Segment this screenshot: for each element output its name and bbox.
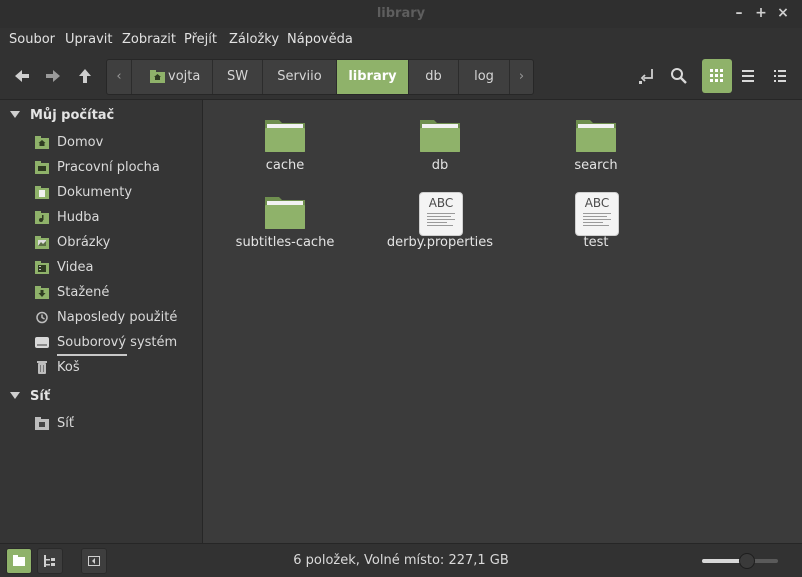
expand-triangle-icon[interactable]: [10, 392, 20, 399]
file-view[interactable]: cache db search subtitles-cache ABC derb…: [203, 100, 802, 543]
close-icon[interactable]: ×: [774, 4, 792, 22]
window-title: library: [376, 6, 426, 21]
title-bar: library – + ×: [0, 0, 802, 29]
expand-triangle-icon[interactable]: [10, 111, 20, 118]
menu-bar: Soubor Upravit Zobrazit Přejít Záložky N…: [0, 28, 802, 52]
list-view-button[interactable]: [734, 59, 764, 93]
zoom-slider-handle[interactable]: [739, 553, 755, 569]
compact-list-icon: [774, 70, 786, 82]
status-bar: 6 položek, Volné místo: 227,1 GB: [0, 543, 802, 577]
breadcrumb: ‹ vojta SW Serviio library db log ›: [106, 59, 534, 95]
breadcrumb-scroll-left[interactable]: ‹: [107, 60, 132, 94]
sidebar-section-network[interactable]: Síť: [10, 389, 50, 404]
downloads-folder-icon: [35, 286, 49, 299]
breadcrumb-sw[interactable]: SW: [213, 60, 263, 94]
grid-icon: [710, 69, 723, 82]
pictures-folder-icon: [35, 236, 49, 249]
status-text: 6 položek, Volné místo: 227,1 GB: [293, 553, 509, 568]
music-folder-icon: [35, 211, 49, 224]
home-folder-icon: [35, 136, 49, 149]
breadcrumb-scroll-right[interactable]: ›: [510, 60, 533, 94]
breadcrumb-vojta[interactable]: vojta: [132, 60, 213, 94]
toolbar: ‹ vojta SW Serviio library db log ›: [0, 52, 802, 100]
desktop-folder-icon: [35, 161, 49, 174]
breadcrumb-log[interactable]: log: [459, 60, 510, 94]
up-arrow-icon[interactable]: [74, 65, 96, 87]
trash-icon: [37, 361, 47, 374]
folder-icon: [576, 120, 616, 152]
zoom-slider[interactable]: [702, 553, 778, 569]
filesystem-drive-icon: [35, 337, 49, 348]
menu-upravit[interactable]: Upravit: [65, 32, 112, 47]
back-arrow-icon[interactable]: [11, 65, 33, 87]
disk-usage-bar: [57, 354, 127, 356]
breadcrumb-db[interactable]: db: [409, 60, 459, 94]
location-toggle-icon[interactable]: [638, 67, 656, 85]
menu-soubor[interactable]: Soubor: [9, 32, 55, 47]
menu-prejit[interactable]: Přejít: [184, 32, 217, 47]
text-file-icon: ABC: [575, 192, 619, 236]
breadcrumb-library[interactable]: library: [337, 60, 409, 94]
folder-icon: [265, 197, 305, 229]
icon-view-button[interactable]: [702, 59, 732, 93]
recent-icon: [36, 311, 48, 324]
menu-zalozky[interactable]: Záložky: [229, 32, 279, 47]
search-icon[interactable]: [670, 67, 688, 85]
network-folder-icon: [35, 417, 49, 430]
documents-folder-icon: [35, 186, 49, 199]
videos-folder-icon: [35, 261, 49, 274]
text-file-icon: ABC: [419, 192, 463, 236]
sidebar-section-computer[interactable]: Můj počítač: [10, 108, 114, 123]
home-folder-icon: [150, 70, 165, 83]
list-icon: [742, 70, 754, 82]
menu-napoveda[interactable]: Nápověda: [287, 32, 353, 47]
folder-icon: [265, 120, 305, 152]
forward-arrow-icon[interactable]: [42, 65, 64, 87]
compact-view-button[interactable]: [766, 59, 796, 93]
breadcrumb-serviio[interactable]: Serviio: [263, 60, 337, 94]
maximize-icon[interactable]: +: [752, 4, 770, 22]
menu-zobrazit[interactable]: Zobrazit: [122, 32, 176, 47]
sidebar: Můj počítač Domov Pracovní plocha Dokume…: [0, 100, 203, 543]
minimize-icon[interactable]: –: [730, 4, 748, 22]
folder-icon: [420, 120, 460, 152]
